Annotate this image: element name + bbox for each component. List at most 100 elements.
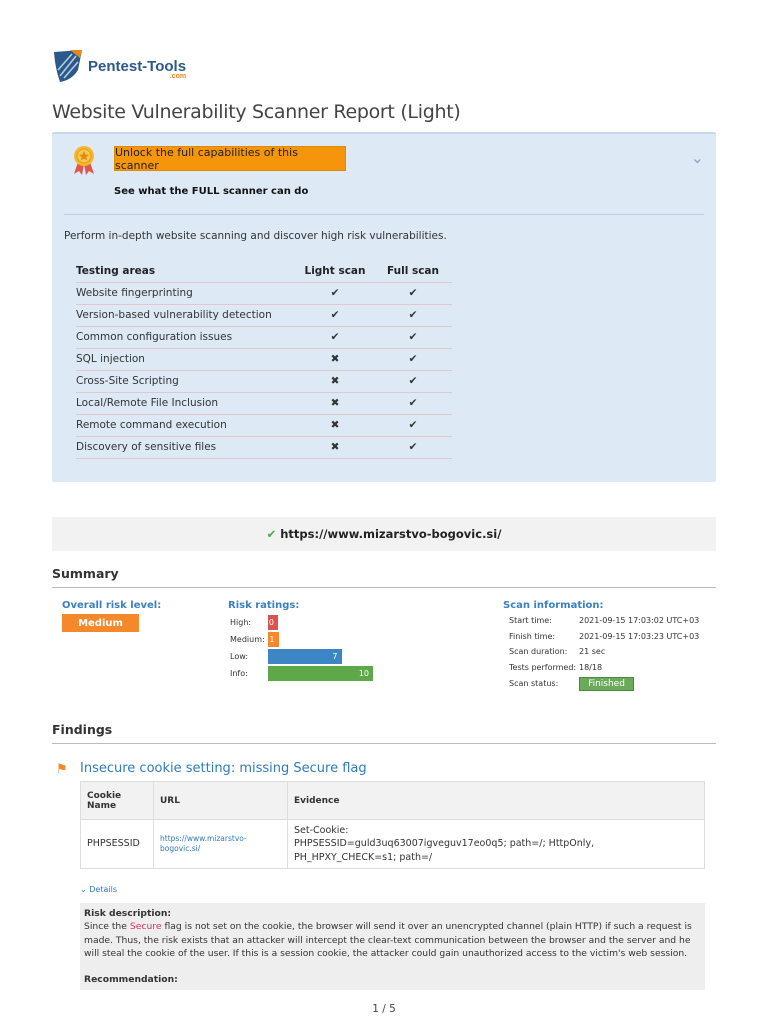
upgrade-panel: Unlock the full capabilities of this sca… (52, 132, 716, 482)
col-cookie-name: Cookie Name (80, 781, 154, 820)
chevron-down-icon[interactable]: ⌄ (691, 148, 704, 167)
page-number: 1 / 5 (372, 1003, 396, 1015)
risk-description-label: Risk description: (84, 908, 172, 919)
feature-row: Discovery of sensitive files ✖ ✔ (76, 436, 452, 459)
award-medal-icon (70, 144, 98, 180)
rating-bar: 1 (268, 632, 279, 647)
scan-info-key: Finish time: (509, 631, 556, 641)
feature-comparison-table: Testing areas Light scan Full scan Website… (76, 260, 452, 459)
rating-label: Info: (230, 669, 248, 678)
scan-info-value: 2021-09-15 17:03:02 UTC+03 (579, 616, 700, 625)
rating-label: Low: (230, 652, 249, 661)
divider (64, 214, 704, 215)
brand-name: Pentest-Tools .com (88, 57, 187, 80)
rating-bar: 0 (268, 615, 278, 630)
cookie-name: PHPSESSID (80, 819, 154, 869)
risk-rating-row: High: 0 (230, 614, 373, 631)
feature-area: Discovery of sensitive files (76, 436, 296, 459)
risk-rating-row: Low: 7 (230, 648, 373, 665)
scan-info-value: 2021-09-15 17:03:23 UTC+03 (579, 631, 700, 641)
scan-info-list: Start time: 2021-09-15 17:03:02 UTC+03 Fin… (509, 616, 699, 694)
feature-area: Website fingerprinting (76, 282, 296, 305)
check-icon: ✔ (374, 304, 452, 327)
feature-row: Version-based vulnerability detection ✔ ✔ (76, 304, 452, 327)
flag-icon: ⚑ (56, 762, 68, 777)
feature-row: Cross-Site Scripting ✖ ✔ (76, 370, 452, 393)
shield-logo-icon (54, 50, 82, 82)
page-title: Website Vulnerability Scanner Report (Li… (52, 101, 461, 123)
feature-area: Local/Remote File Inclusion (76, 392, 296, 415)
risk-ratings-chart: High: 0 Medium: 1 Low: 7 Info: 10 (230, 614, 373, 682)
cross-icon: ✖ (296, 370, 374, 393)
feature-row: Remote command execution ✖ ✔ (76, 414, 452, 437)
check-icon: ✔ (374, 436, 452, 459)
divider (52, 587, 716, 588)
check-icon: ✔ (374, 282, 452, 305)
scan-info-key: Start time: (509, 616, 552, 625)
rating-label: Medium: (230, 635, 265, 644)
finding-url-link[interactable]: https://www.mizarstvo-bogovic.si/ (153, 819, 288, 869)
rating-bar: 7 (268, 649, 342, 664)
scan-info-row: Finish time: 2021-09-15 17:03:23 UTC+03 (509, 632, 699, 648)
check-icon: ✔ (266, 527, 281, 541)
overall-risk-label: Overall risk level: (62, 600, 162, 611)
risk-rating-row: Medium: 1 (230, 631, 373, 648)
scan-status-badge: Finished (579, 676, 634, 691)
summary-heading: Summary (52, 566, 119, 581)
feature-row: SQL injection ✖ ✔ (76, 348, 452, 371)
feature-area: SQL injection (76, 348, 296, 371)
col-testing-areas: Testing areas (76, 260, 296, 283)
logo: Pentest-Tools .com (52, 48, 186, 84)
col-full-scan: Full scan (374, 260, 452, 283)
col-evidence: Evidence (287, 781, 705, 820)
target-url[interactable]: https://www.mizarstvo-bogovic.si/ (280, 527, 501, 541)
feature-row: Common configuration issues ✔ ✔ (76, 326, 452, 349)
check-icon: ✔ (296, 282, 374, 305)
risk-rating-row: Info: 10 (230, 665, 373, 682)
scan-info-row: Scan duration: 21 sec (509, 647, 699, 663)
table-row: PHPSESSID https://www.mizarstvo-bogovic.… (80, 819, 705, 869)
scan-info-value: 21 sec (579, 647, 606, 657)
feature-area: Common configuration issues (76, 326, 296, 349)
secure-flag-code: Secure (129, 921, 162, 933)
scan-info-key: Scan status: (509, 678, 559, 688)
check-icon: ✔ (374, 392, 452, 415)
promo-intro: Perform in-depth website scanning and di… (64, 230, 447, 242)
risk-ratings-label: Risk ratings: (228, 600, 300, 611)
finding-title: Insecure cookie setting: missing Secure … (80, 761, 367, 776)
finding-table: Cookie Name URL Evidence PHPSESSID https:/… (80, 781, 705, 869)
cross-icon: ✖ (296, 414, 374, 437)
check-icon: ✔ (374, 370, 452, 393)
evidence: Set-Cookie: PHPSESSID=guld3uq63007igveguv… (287, 819, 705, 869)
check-icon: ✔ (296, 326, 374, 349)
feature-row: Local/Remote File Inclusion ✖ ✔ (76, 392, 452, 415)
feature-area: Remote command execution (76, 414, 296, 437)
overall-risk-badge: Medium (62, 614, 139, 632)
divider (52, 743, 716, 744)
scan-info-label: Scan information: (503, 600, 604, 611)
check-icon: ✔ (374, 414, 452, 437)
risk-description-box: Risk description: Since the Secure flag is… (80, 903, 705, 990)
cross-icon: ✖ (296, 436, 374, 459)
see-full-scanner-text: See what the FULL scanner can do (114, 186, 309, 197)
rating-label: High: (230, 618, 252, 627)
rating-bar: 10 (268, 666, 373, 681)
scan-info-key: Scan duration: (509, 647, 568, 657)
check-icon: ✔ (296, 304, 374, 327)
col-url: URL (153, 781, 288, 820)
feature-area: Version-based vulnerability detection (76, 304, 296, 327)
feature-area: Cross-Site Scripting (76, 370, 296, 393)
feature-row: Website fingerprinting ✔ ✔ (76, 282, 452, 305)
cross-icon: ✖ (296, 348, 374, 371)
unlock-full-scanner-button[interactable]: Unlock the full capabilities of this sca… (114, 146, 346, 172)
recommendation-label: Recommendation: (84, 974, 178, 986)
check-icon: ✔ (374, 348, 452, 371)
cross-icon: ✖ (296, 392, 374, 415)
findings-heading: Findings (52, 722, 113, 737)
details-toggle[interactable]: ⌄ Details (80, 885, 117, 894)
col-light-scan: Light scan (296, 260, 374, 283)
scan-info-row: Scan status: Finished (509, 676, 699, 695)
check-icon: ✔ (374, 326, 452, 349)
scan-info-key: Tests performed: (509, 663, 577, 673)
target-url-bar: ✔ https://www.mizarstvo-bogovic.si/ (52, 517, 716, 551)
